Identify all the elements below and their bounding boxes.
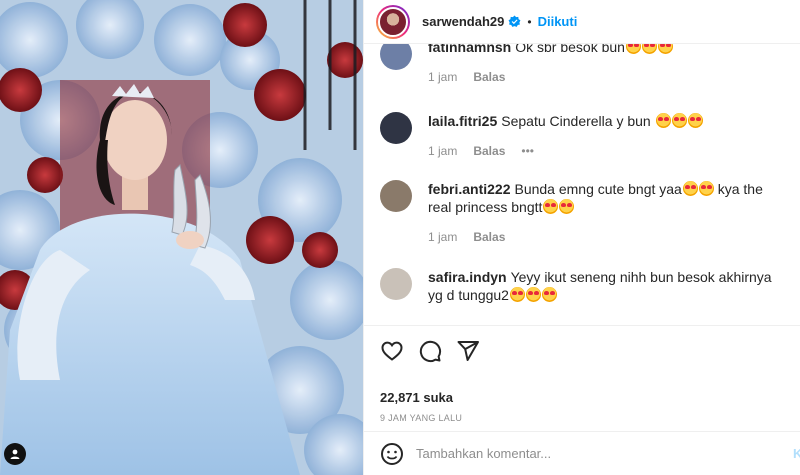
reply-button[interactable]: Balas [473,70,505,84]
person-icon [10,449,20,459]
comment-message: Bunda emng cute bngt yaa [514,181,682,197]
star-struck-emoji [525,287,541,302]
comment-item: fatinhamnsh Ok sbr besok bun 1 jam Balas [380,44,790,84]
add-comment-bar: Ki [364,431,800,475]
comment-icon[interactable] [418,339,442,363]
avatar[interactable] [376,4,410,39]
emoji-icon[interactable] [380,442,404,466]
comment-message: Ok sbr besok bun [515,44,625,55]
star-struck-emoji [698,181,714,196]
comment-avatar[interactable] [380,44,412,70]
comment-time: 1 jam [428,70,458,84]
comment-username[interactable]: laila.fitri25 [428,113,497,129]
star-struck-emoji [509,287,525,302]
comments-list[interactable]: fatinhamnsh Ok sbr besok bun 1 jam Balas … [364,44,800,324]
comment-message: Sepatu Cinderella y bun [501,113,651,129]
comment-meta: 1 jam Balas [428,230,790,244]
comment-text: fatinhamnsh Ok sbr besok bun [428,44,790,56]
author-username[interactable]: sarwendah29 [422,14,504,29]
star-struck-emoji [655,113,671,128]
comment-avatar[interactable] [380,268,412,300]
star-struck-emoji [671,113,687,128]
post-photo[interactable] [0,0,363,475]
comment-input[interactable] [416,446,746,461]
reply-button[interactable]: Balas [473,144,505,158]
star-struck-emoji [657,44,673,54]
star-struck-emoji [541,287,557,302]
following-button[interactable]: Diikuti [538,14,578,29]
comment-username[interactable]: fatinhamnsh [428,44,511,55]
verified-badge-icon [508,15,521,28]
comment-avatar[interactable] [380,112,412,144]
star-struck-emoji [543,199,559,214]
comment-item: febri.anti222 Bunda emng cute bngt yaa ky… [380,180,790,244]
comment-item: safira.indyn Yeyy ikut seneng nihh bun be… [380,268,790,304]
star-struck-emoji [641,44,657,54]
comment-item: laila.fitri25 Sepatu Cinderella y bun 1 j… [380,112,790,158]
action-icons [380,338,784,364]
comment-text: safira.indyn Yeyy ikut seneng nihh bun be… [428,268,790,304]
post-comment-button[interactable]: Ki [793,446,800,461]
heart-icon[interactable] [380,339,404,363]
post-timestamp: 9 JAM YANG LALU [380,413,463,423]
more-options-icon[interactable]: ••• [521,144,534,158]
photo-illustration [0,0,363,475]
share-icon[interactable] [456,339,480,363]
comment-time: 1 jam [428,144,458,158]
comment-meta: 1 jam Balas ••• [428,144,790,158]
instagram-post: sarwendah29 • Diikuti fatinhamnsh Ok sbr … [0,0,800,475]
comment-meta: 1 jam Balas [428,70,790,84]
comment-username[interactable]: febri.anti222 [428,181,510,197]
comment-username[interactable]: safira.indyn [428,269,507,285]
post-header: sarwendah29 • Diikuti [364,0,800,44]
comment-text: febri.anti222 Bunda emng cute bngt yaa ky… [428,180,790,216]
star-struck-emoji [682,181,698,196]
separator: • [527,14,532,29]
star-struck-emoji [559,199,575,214]
comment-avatar[interactable] [380,180,412,212]
post-side-panel: sarwendah29 • Diikuti fatinhamnsh Ok sbr … [363,0,800,475]
tag-people-button[interactable] [4,443,26,465]
post-actions: 22,871 suka 9 JAM YANG LALU [364,325,800,423]
star-struck-emoji [687,113,703,128]
star-struck-emoji [625,44,641,54]
like-count[interactable]: 22,871 suka [380,390,784,405]
comment-time: 1 jam [428,230,458,244]
reply-button[interactable]: Balas [473,230,505,244]
comment-text: laila.fitri25 Sepatu Cinderella y bun [428,112,790,130]
